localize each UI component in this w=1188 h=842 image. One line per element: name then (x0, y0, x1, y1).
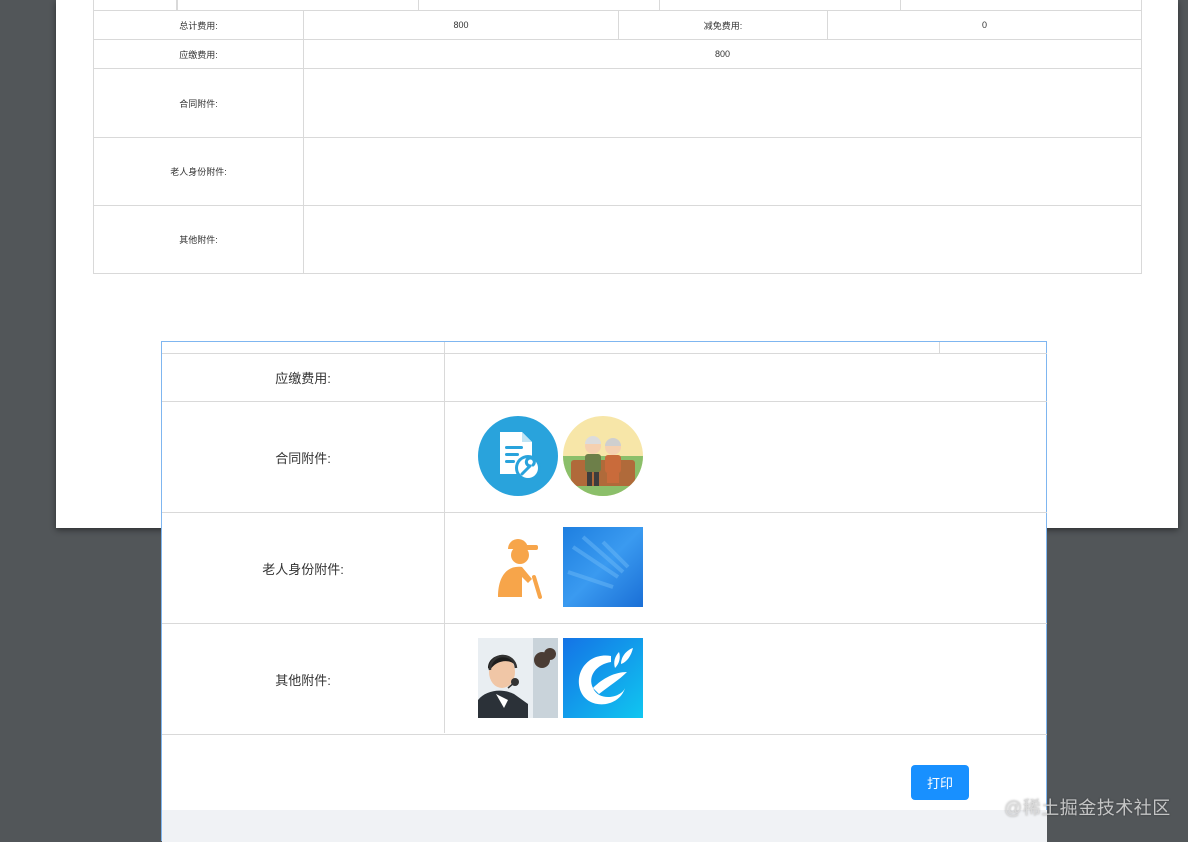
other-attachment-label: 其他附件: (93, 205, 304, 274)
document-settings-icon-image[interactable] (478, 416, 558, 496)
elderly-person-icon-image[interactable] (478, 527, 558, 607)
reduced-fee-label: 减免费用: (618, 10, 828, 40)
customer-service-photo-image[interactable] (478, 638, 558, 718)
dialog-payable-fee-value (445, 354, 1047, 401)
total-fee-label: 总计费用: (93, 10, 304, 40)
dialog-contract-attachment-label: 合同附件: (275, 450, 331, 466)
dialog-identity-attachment-label: 老人身份附件: (262, 561, 344, 577)
column-divider (939, 342, 940, 353)
contract-attachment-label: 合同附件: (93, 68, 304, 138)
elderly-couple-illustration-image[interactable] (563, 416, 643, 496)
dialog-payable-fee-label: 应缴费用: (275, 371, 331, 386)
identity-attachment-cell (303, 137, 1142, 206)
blue-logo-image[interactable] (563, 638, 643, 718)
dialog-other-attachment-label: 其他附件: (275, 672, 331, 688)
other-attachment-cell (303, 205, 1142, 274)
payable-fee-value: 800 (303, 39, 1142, 69)
site-watermark: @稀土掘金技术社区 (1004, 798, 1171, 818)
total-fee-value: 800 (303, 10, 619, 40)
identity-attachment-label: 老人身份附件: (93, 137, 304, 206)
reduced-fee-value: 0 (827, 10, 1142, 40)
print-button[interactable]: 打印 (911, 765, 969, 800)
payable-fee-label: 应缴费用: (93, 39, 304, 69)
row-divider (162, 734, 1047, 735)
blue-abstract-image[interactable] (563, 527, 643, 607)
attachment-print-dialog: 应缴费用: 合同附件: 老人身份附件: 其他附件: 打印 (161, 341, 1047, 842)
contract-attachment-cell (303, 68, 1142, 138)
dialog-footer-strip (162, 810, 1047, 842)
